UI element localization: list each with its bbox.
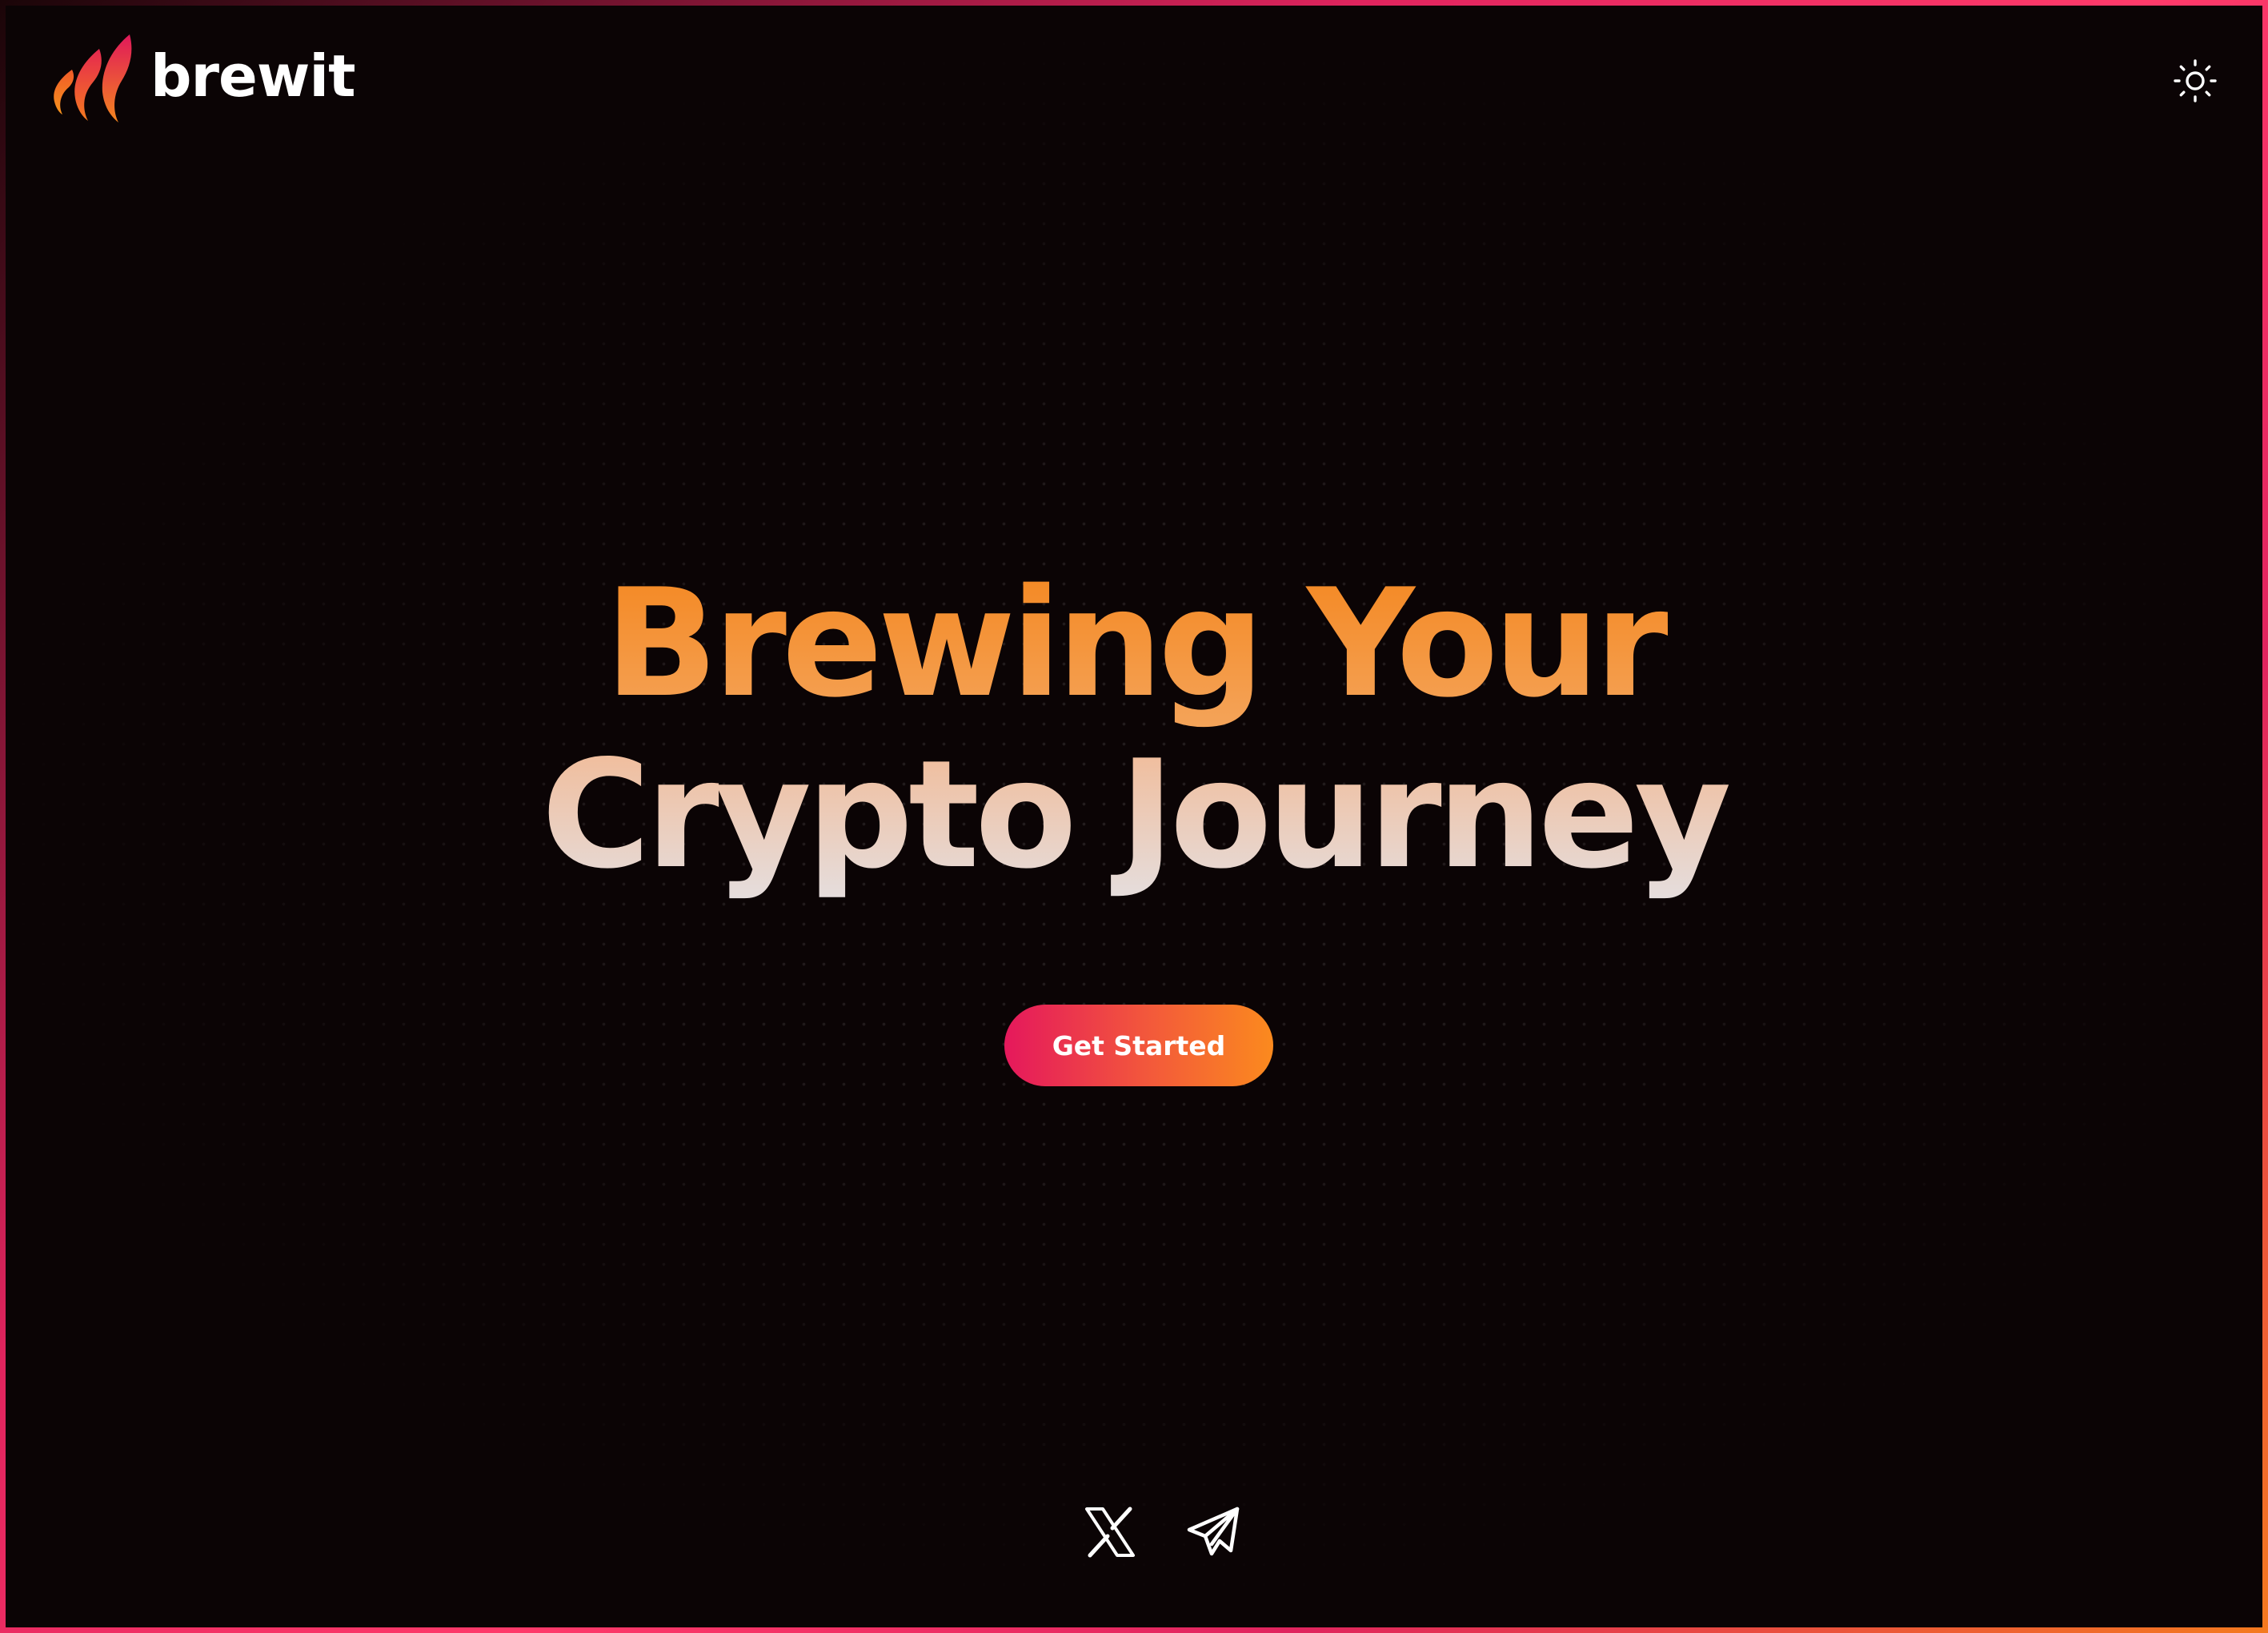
sun-icon [2174,59,2217,102]
flame-logo-icon [54,34,132,122]
social-links [62,1504,2262,1560]
logo-link[interactable]: brewit [50,31,355,126]
header: brewit [6,6,2262,158]
page-frame: brewit Brewing Your Crypto Journey Get S… [0,0,2268,1633]
x-twitter-link[interactable] [1082,1504,1138,1560]
hero-section: Brewing Your Crypto Journey [6,558,2262,901]
page: brewit Brewing Your Crypto Journey Get S… [6,6,2262,1627]
get-started-button[interactable]: Get Started [1004,1005,1273,1086]
telegram-link[interactable] [1186,1504,1242,1560]
brand-name: brewit [150,42,355,110]
headline-line-2: Crypto Journey [6,729,2262,901]
headline-line-1: Brewing Your [6,558,2262,729]
telegram-icon [1187,1507,1240,1556]
theme-toggle-button[interactable] [2168,54,2222,108]
x-twitter-icon [1085,1507,1135,1558]
